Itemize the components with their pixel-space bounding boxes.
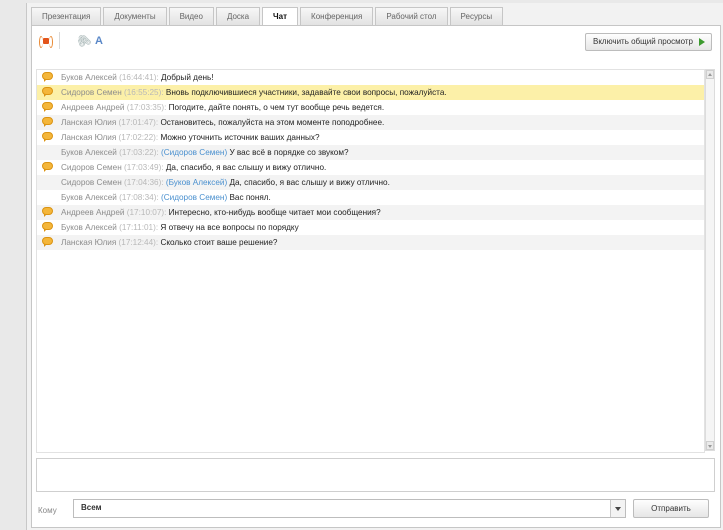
- chat-message: Сидоров Семен (17:04:36): (Буков Алексей…: [37, 175, 704, 190]
- tab-6[interactable]: Конференция: [300, 7, 374, 25]
- message-bubble-icon: [42, 222, 54, 233]
- attach-icon[interactable]: 🖇: [73, 31, 93, 51]
- tab-5[interactable]: Чат: [262, 7, 299, 26]
- message-text: У вас всё в порядке со звуком?: [229, 148, 349, 157]
- chat-message: Ланская Юлия (17:01:47): Остановитесь, п…: [37, 115, 704, 130]
- message-author[interactable]: Ланская Юлия: [61, 118, 116, 127]
- message-text: Да, спасибо, я вас слышу и вижу отлично.: [229, 178, 390, 187]
- message-input[interactable]: [36, 458, 715, 492]
- tab-bar: Презентация Документы Видео Доска Чат Конфере…: [31, 7, 505, 26]
- message-author[interactable]: Буков Алексей: [61, 73, 117, 82]
- message-text: Интересно, кто-нибудь вообще читает мои …: [168, 208, 381, 217]
- message-time: (17:03:35):: [126, 103, 167, 112]
- message-bubble-icon: [42, 162, 54, 173]
- recipient-value: Всем: [81, 503, 102, 512]
- message-mention[interactable]: (Сидоров Семен): [161, 193, 227, 202]
- message-author[interactable]: Сидоров Семен: [61, 88, 122, 97]
- message-time: (17:08:34):: [119, 193, 159, 202]
- message-time: (16:55:25):: [124, 88, 164, 97]
- message-author[interactable]: Андреев Андрей: [61, 103, 125, 112]
- message-text: Остановитесь, пожалуйста на этом моменте…: [160, 118, 385, 127]
- message-bubble-icon: [42, 132, 54, 143]
- message-bubble-icon: [42, 117, 54, 128]
- message-bubble-icon: [42, 87, 54, 98]
- chat-message: Андреев Андрей (17:03:35): Погодите, дай…: [37, 100, 704, 115]
- message-bubble-icon: [42, 207, 54, 218]
- message-time: (17:02:22):: [118, 133, 159, 142]
- tab-2[interactable]: Документы: [103, 7, 167, 25]
- message-time: (17:12:44):: [118, 238, 159, 247]
- scroll-up-icon[interactable]: [706, 70, 714, 79]
- message-time: (16:44:41):: [119, 73, 159, 82]
- share-button-label: Включить общий просмотр: [593, 37, 693, 46]
- send-button[interactable]: Отправить: [633, 499, 709, 518]
- message-author[interactable]: Буков Алексей: [61, 223, 117, 232]
- chat-message: Буков Алексей (16:44:41): Добрый день!: [37, 70, 704, 85]
- chat-message: Буков Алексей (17:03:22): (Сидоров Семен…: [37, 145, 704, 160]
- message-time: (17:03:49):: [124, 163, 164, 172]
- tab-8[interactable]: Ресурсы: [449, 7, 504, 25]
- tab-3[interactable]: Видео: [168, 7, 214, 25]
- chat-message: Буков Алексей (17:08:34): (Сидоров Семен…: [37, 190, 704, 205]
- message-time: (17:04:36):: [124, 178, 164, 187]
- recipient-label: Кому: [38, 506, 57, 515]
- message-text: Да, спасибо, я вас слышу и вижу отлично.: [165, 163, 327, 172]
- chat-toolbar: 🖇 A Включить общий просмотр: [32, 26, 720, 54]
- chat-message-list[interactable]: Буков Алексей (16:44:41): Добрый день! С…: [36, 69, 705, 453]
- scroll-down-icon[interactable]: [706, 441, 714, 450]
- enable-shared-view-button[interactable]: Включить общий просмотр: [585, 33, 712, 51]
- message-text: Можно уточнить источник ваших данных?: [160, 133, 320, 142]
- message-text: Вновь подключившиеся участники, задавайт…: [165, 88, 447, 97]
- message-text: Погодите, дайте понять, о чем тут вообще…: [168, 103, 385, 112]
- message-text: Вас понял.: [229, 193, 271, 202]
- chat-message: Ланская Юлия (17:02:22): Можно уточнить …: [37, 130, 704, 145]
- message-bubble-icon: [42, 72, 54, 83]
- message-mention[interactable]: (Буков Алексей): [166, 178, 227, 187]
- play-arrow-icon: [699, 38, 705, 46]
- message-author[interactable]: Ланская Юлия: [61, 133, 116, 142]
- chat-message: Ланская Юлия (17:12:44): Сколько стоит в…: [37, 235, 704, 250]
- message-author[interactable]: Буков Алексей: [61, 193, 117, 202]
- chat-message: Сидоров Семен (17:03:49): Да, спасибо, я…: [37, 160, 704, 175]
- message-text: Добрый день!: [161, 73, 214, 82]
- message-author[interactable]: Сидоров Семен: [61, 178, 122, 187]
- message-mention[interactable]: (Сидоров Семен): [161, 148, 227, 157]
- chat-message: Сидоров Семен (16:55:25): Вновь подключи…: [37, 85, 704, 100]
- chevron-down-icon[interactable]: [610, 500, 625, 517]
- message-text: Я отвечу на все вопросы по порядку: [160, 223, 299, 232]
- tab-4[interactable]: Доска: [215, 7, 261, 25]
- sound-icon[interactable]: [39, 34, 53, 48]
- message-time: (17:10:07):: [126, 208, 167, 217]
- chat-panel: 🖇 A Включить общий просмотр Буков Алексе…: [31, 25, 721, 528]
- conference-window: Презентация Документы Видео Доска Чат Конфере…: [26, 3, 723, 530]
- message-author[interactable]: Ланская Юлия: [61, 238, 116, 247]
- tab-7[interactable]: Рабочий стол: [375, 7, 448, 25]
- tab-1[interactable]: Презентация: [31, 7, 102, 25]
- toolbar-divider: [59, 32, 60, 49]
- message-author[interactable]: Андреев Андрей: [61, 208, 125, 217]
- font-icon[interactable]: A: [92, 34, 106, 48]
- message-author[interactable]: Буков Алексей: [61, 148, 117, 157]
- message-time: (17:01:47):: [118, 118, 159, 127]
- message-time: (17:03:22):: [119, 148, 159, 157]
- message-bubble-icon: [42, 237, 54, 248]
- chat-message: Буков Алексей (17:11:01): Я отвечу на вс…: [37, 220, 704, 235]
- message-bubble-icon: [42, 102, 54, 113]
- chat-scrollbar[interactable]: [705, 69, 715, 451]
- recipient-select[interactable]: Всем: [73, 499, 626, 518]
- chat-message: Андреев Андрей (17:10:07): Интересно, кт…: [37, 205, 704, 220]
- message-time: (17:11:01):: [119, 223, 159, 232]
- message-text: Сколько стоит ваше решение?: [160, 238, 278, 247]
- message-author[interactable]: Сидоров Семен: [61, 163, 122, 172]
